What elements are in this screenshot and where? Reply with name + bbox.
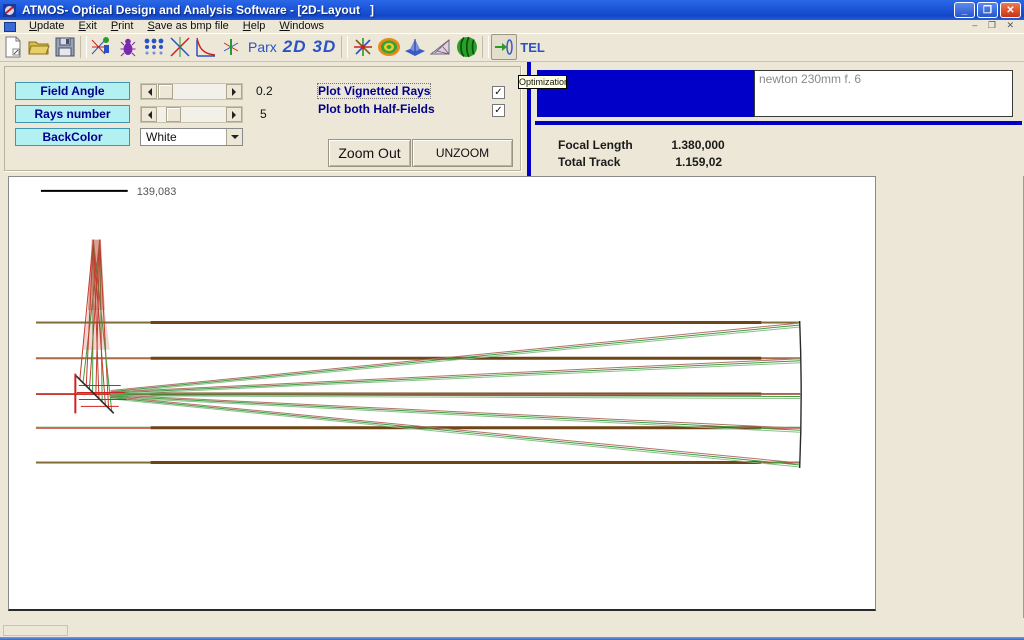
status-bar: [0, 618, 1024, 637]
window-title: ATMOS- Optical Design and Analysis Softw…: [22, 3, 374, 17]
field-angle-scroll-thumb[interactable]: [158, 84, 173, 99]
menu-help[interactable]: Help: [236, 20, 273, 33]
control-panel: Field Angle Rays number BackColor 0.2 5 …: [0, 62, 1024, 176]
plot-both-half-fields-checkbox[interactable]: ✓: [492, 104, 505, 117]
rays-number-button[interactable]: Rays number: [15, 105, 130, 123]
plot-both-half-fields-label[interactable]: Plot both Half-Fields: [318, 102, 435, 116]
layout-rays-button[interactable]: [89, 34, 115, 60]
scroll-right-arrow-icon[interactable]: [226, 84, 242, 99]
save-button[interactable]: [52, 34, 78, 60]
design-name-text: newton 230mm f. 6: [759, 72, 861, 86]
design-name-field[interactable]: newton 230mm f. 6: [754, 70, 1013, 117]
optimization-bug-button[interactable]: [115, 34, 141, 60]
contour-map-button[interactable]: [376, 34, 402, 60]
toolbar-separator: [80, 36, 87, 58]
new-file-button[interactable]: [0, 34, 26, 60]
spot-star-button[interactable]: [350, 34, 376, 60]
optimization-panel[interactable]: [537, 70, 754, 117]
menu-exit[interactable]: Exit: [71, 20, 103, 33]
backcolor-button[interactable]: BackColor: [15, 128, 130, 146]
3d-view-button[interactable]: 3D: [310, 37, 340, 57]
tel-insert-button[interactable]: [491, 34, 517, 60]
app-icon: [3, 3, 18, 18]
application-window: ATMOS- Optical Design and Analysis Softw…: [0, 0, 1024, 640]
mdi-window-controls[interactable]: – ❐ ✕: [972, 20, 1018, 31]
mdi-child-icon[interactable]: [4, 22, 16, 32]
scroll-left-arrow-icon[interactable]: [141, 107, 157, 122]
toolbar-separator: [482, 36, 489, 58]
title-bar: ATMOS- Optical Design and Analysis Softw…: [0, 0, 1024, 20]
2d-view-button[interactable]: 2D: [280, 37, 310, 57]
dropdown-arrow-icon[interactable]: [226, 129, 242, 145]
total-track-row: Total Track 1.159,02: [558, 155, 722, 169]
menu-print[interactable]: Print: [104, 20, 141, 33]
spot-diagram-button[interactable]: [141, 34, 167, 60]
total-track-value: 1.159,02: [671, 155, 722, 169]
field-angle-value: 0.2: [256, 84, 273, 98]
field-angle-scrollbar[interactable]: [140, 83, 243, 100]
backcolor-dropdown[interactable]: White: [140, 128, 243, 146]
field-curve-button[interactable]: [193, 34, 219, 60]
menu-bar: Update Exit Print Save as bmp file Help …: [0, 20, 1024, 33]
drawing-area[interactable]: 139,083: [8, 176, 876, 611]
plot-vignetted-rays-checkbox[interactable]: ✓: [492, 86, 505, 99]
menu-save-as-bmp[interactable]: Save as bmp file: [140, 20, 235, 33]
focal-length-row: Focal Length 1.380,000: [558, 138, 725, 152]
restore-button[interactable]: ❐: [977, 2, 998, 18]
plot-vignetted-rays-label[interactable]: Plot Vignetted Rays: [318, 84, 430, 98]
menu-update[interactable]: Update: [22, 20, 71, 33]
rays-number-value: 5: [260, 107, 267, 121]
toolbar: Parx 2D 3D TEL: [0, 33, 1024, 62]
wireframe-button[interactable]: [428, 34, 454, 60]
mtf-sphere-button[interactable]: [454, 34, 480, 60]
toolbar-separator: [341, 36, 348, 58]
focal-length-value: 1.380,000: [671, 138, 724, 152]
ray-diagram: 139,083: [9, 177, 875, 609]
rays-number-scroll-thumb[interactable]: [166, 107, 181, 122]
paraxial-button[interactable]: [219, 34, 245, 60]
field-angle-button[interactable]: Field Angle: [15, 82, 130, 100]
tel-label[interactable]: TEL: [517, 40, 548, 55]
backcolor-selected-value: White: [146, 130, 177, 144]
status-cell: [3, 625, 68, 636]
menu-windows[interactable]: Windows: [272, 20, 331, 33]
scroll-right-arrow-icon[interactable]: [226, 107, 242, 122]
minimize-button[interactable]: _: [954, 2, 975, 18]
aberration-curves-button[interactable]: [167, 34, 193, 60]
focal-length-label: Focal Length: [558, 138, 668, 152]
unzoom-button[interactable]: UNZOOM: [412, 139, 513, 167]
parx-label[interactable]: Parx: [245, 39, 280, 55]
total-track-label: Total Track: [558, 155, 668, 169]
surface-3d-button[interactable]: [402, 34, 428, 60]
svg-text:139,083: 139,083: [137, 186, 177, 198]
optimization-tooltip: Optimization: [518, 75, 567, 89]
horizontal-divider: [535, 121, 1022, 125]
close-button[interactable]: ✕: [1000, 2, 1021, 18]
rays-number-scrollbar[interactable]: [140, 106, 243, 123]
open-file-button[interactable]: [26, 34, 52, 60]
scroll-left-arrow-icon[interactable]: [141, 84, 157, 99]
zoom-out-button[interactable]: Zoom Out: [328, 139, 411, 167]
